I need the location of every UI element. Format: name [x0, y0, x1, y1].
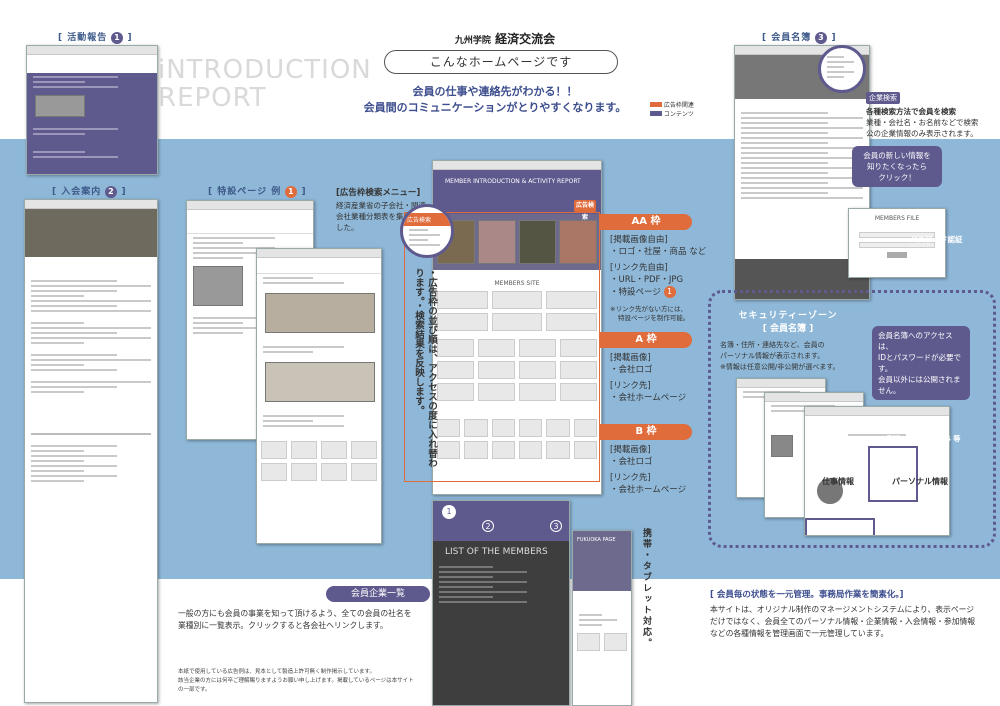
aa-l2: ・ロゴ・社屋・商品 など	[610, 247, 707, 257]
ad-order-note: ・広告枠の並び順は、アクセスの度に入れ替わります。・検索結果を反映します。	[413, 268, 437, 468]
b-frame-label: B 枠	[600, 424, 692, 440]
list-of-members-screenshot[interactable]: LIST OF THE MEMBERS	[432, 500, 570, 706]
search-l2: 業種・会社名・お名前などで検索	[866, 118, 979, 127]
watermark-line1: iNTRODUCTION	[158, 55, 372, 85]
aa-note2: 特設ページを制作可能。	[618, 313, 690, 322]
fukuoka-label: FUKUOKA PAGE	[573, 531, 631, 591]
section-number: 1	[111, 31, 124, 44]
page-num-3: 3	[550, 520, 562, 532]
section-join-label: [ 入会案内 2 ]	[52, 185, 127, 198]
ad-search-tab[interactable]: 広告検索	[574, 200, 596, 221]
header-lead: 会員の仕事や連絡先がわかる！！ 会員間のコミュニケーションがとりやすくなります。	[330, 84, 660, 116]
section-number: 2	[105, 185, 118, 198]
page-num-2: 2	[482, 520, 494, 532]
b-frame-desc: [掲載画像] ・会社ロゴ [リンク先] ・会社ホームページ	[610, 444, 710, 496]
header: 九州学院 経済交流会	[400, 30, 610, 47]
legend: 広告枠関連 コンテンツ	[650, 101, 694, 119]
list-title: LIST OF THE MEMBERS	[445, 547, 548, 557]
b-l1: [掲載画像]	[610, 445, 651, 455]
member-companies-desc: 一般の方にも会員の事業を知って頂けるよう、全ての会員の社名を 業種別に一覧表示。…	[178, 609, 412, 630]
header-pill: こんなホームページです	[384, 50, 618, 74]
header-title: 経済交流会	[495, 32, 556, 46]
a-frame-label: A 枠	[600, 332, 692, 348]
join-guide-screenshot[interactable]	[24, 199, 158, 703]
members-file-title: MEMBERS FILE	[874, 215, 920, 222]
security-heading: セキュリティーゾーン [ 会員名簿 ]	[728, 308, 848, 334]
b-l2: ・会社ロゴ	[610, 457, 653, 467]
management-title: [ 会員毎の状態を一元管理。事務局作業を簡素化。]	[710, 590, 904, 600]
b-l4: ・会社ホームページ	[610, 485, 687, 495]
security-desc: 名簿・住所・連絡先など、会員の パーソナル情報が表示されます。 ※情報は任意公開…	[720, 341, 840, 371]
access-callout: 会員名簿へのアクセスは、 IDとパスワードが必要です。 会員以外には公開されませ…	[872, 326, 970, 400]
a-frame-desc: [掲載画像] ・会社ロゴ [リンク先] ・会社ホームページ	[610, 352, 710, 404]
magnifier-tab: 広告検索	[403, 213, 451, 226]
login-button[interactable]	[887, 252, 907, 258]
aa-l5-num: 1	[663, 286, 676, 298]
a-l1: [掲載画像]	[610, 353, 651, 363]
management-desc: 本サイトは、オリジナル制作のマネージメントシステムにより、表示ページ だけではな…	[710, 605, 976, 638]
aa-frame-label: AA 枠	[600, 214, 692, 230]
lead-line2: 会員間のコミュニケーションがとりやすくなります。	[363, 101, 627, 114]
security-sub: [ 会員名簿 ]	[762, 324, 814, 334]
legend-ad: 広告枠関連	[663, 102, 694, 109]
personal-info-label: パーソナル情報	[892, 477, 948, 486]
member-companies-pill: 会員企業一覧	[326, 586, 430, 602]
new-info-callout: 会員の新しい情報を 知りたくなったら クリック！	[852, 146, 942, 187]
activity-report-screenshot[interactable]	[26, 45, 158, 175]
ad-search-title: [広告枠検索メニュー]	[336, 188, 421, 198]
business-info-label: 仕事情報	[822, 477, 854, 486]
section-activity-label: [ 活動報告 1 ]	[58, 31, 133, 44]
security-title: セキュリティーゾーン	[738, 311, 838, 321]
aa-l3: [リンク先自由]	[610, 263, 668, 273]
a-l3: [リンク先]	[610, 381, 651, 391]
aa-note1: ※リンク先がない方には、	[610, 304, 687, 313]
a-l4: ・会社ホームページ	[610, 393, 687, 403]
a-l2: ・会社ロゴ	[610, 365, 653, 375]
directory-magnifier	[818, 45, 866, 93]
search-magnifier: 広告検索	[400, 204, 454, 258]
aa-l1: [掲載画像自由]	[610, 235, 668, 245]
mobile-screenshot[interactable]: FUKUOKA PAGE	[572, 530, 632, 706]
aa-frame-desc: [掲載画像自由] ・ロゴ・社屋・商品 など [リンク先自由] ・URL・PDF・…	[610, 234, 720, 323]
legend-content: コンテンツ	[663, 111, 694, 118]
special-page-detail-screenshot[interactable]	[256, 248, 382, 544]
company-search-desc: 各種検索方法で会員を検索 業種・会社名・お名前などで検索 公の企業情報のみ表示さ…	[866, 106, 986, 139]
section-number: 3	[815, 31, 828, 44]
mobile-note: 携帯・タブレット対応。	[641, 528, 651, 649]
b-l3: [リンク先]	[610, 473, 651, 483]
header-kicker: 九州学院	[454, 36, 491, 46]
section-members-label: [ 会員名簿 3 ]	[762, 31, 837, 44]
company-search-tab: 企業検索	[866, 92, 900, 104]
password-auth-label: パスワード認証	[910, 235, 963, 244]
aa-l4: ・URL・PDF・JPG	[610, 275, 684, 285]
quick-access-label: クイックアクセス 電話・メール・SNS 等	[886, 425, 961, 443]
aa-l5: ・特設ページ	[610, 287, 661, 298]
disclaimer: 本紙で使用している広告例は、見本として製造上許可無く制作掲示しています。 該当企…	[178, 669, 414, 693]
lead-line1: 会員の仕事や連絡先がわかる！！	[412, 85, 578, 98]
search-l1: 各種検索方法で会員を検索	[866, 107, 956, 116]
search-l3: 公の企業情報のみ表示されます。	[866, 129, 978, 138]
page-num-1: 1	[442, 505, 456, 519]
section-number: 1	[285, 185, 298, 198]
section-special-label: [ 特設ページ 例 1 ]	[208, 185, 307, 198]
